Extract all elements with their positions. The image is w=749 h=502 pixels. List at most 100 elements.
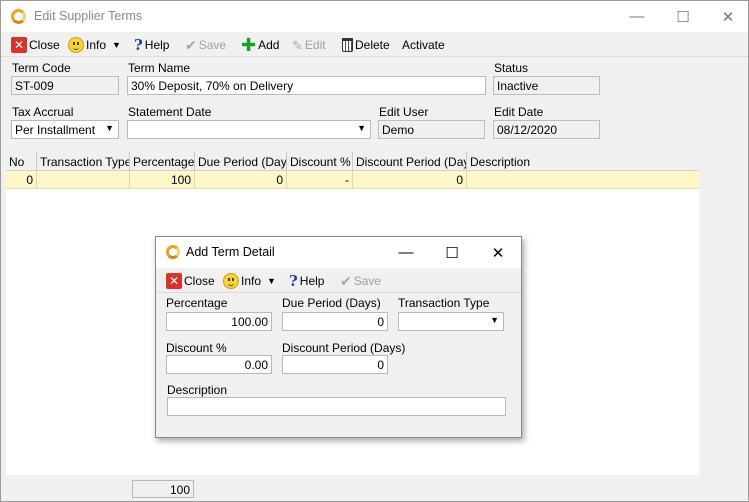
save-check-icon: ✔ — [340, 273, 352, 289]
edit-user-label: Edit User — [379, 105, 429, 119]
cell-discount-period[interactable]: 0 — [353, 171, 467, 189]
cell-no[interactable]: 0 — [6, 171, 37, 189]
chevron-down-icon[interactable]: ▼ — [267, 276, 276, 286]
save-button[interactable]: ✔ Save — [185, 36, 226, 54]
help-button[interactable]: ? Help — [134, 36, 169, 54]
dialog-save-label: Save — [353, 274, 382, 288]
title-bar: Edit Supplier Terms — ☐ ✕ — [1, 1, 748, 32]
statement-date-select[interactable]: ▼ — [127, 120, 371, 139]
discount-label: Discount % — [166, 341, 227, 355]
column-header-description[interactable]: Description — [467, 152, 699, 171]
edit-date-label: Edit Date — [494, 105, 544, 119]
help-question-icon: ? — [134, 35, 143, 54]
delete-button[interactable]: Delete — [342, 36, 390, 54]
info-smiley-icon — [68, 37, 84, 53]
status-field[interactable]: Inactive — [493, 76, 600, 95]
column-header-percentage[interactable]: Percentage — [130, 152, 195, 171]
window-title: Edit Supplier Terms — [34, 9, 143, 23]
tax-accrual-select[interactable]: Per Installment ▼ — [11, 120, 119, 139]
grid-footer: 100 — [6, 477, 748, 499]
main-toolbar: ✕ Close Info ▼ ? Help ✔ Save ✚ Add ✎ Edi… — [1, 33, 748, 57]
app-logo-icon — [11, 9, 26, 24]
grid-right-gutter — [699, 152, 748, 475]
info-smiley-icon — [223, 273, 239, 289]
save-button-label: Save — [198, 38, 227, 52]
delete-trash-icon — [342, 38, 353, 52]
dialog-info-button[interactable]: Info ▼ — [223, 272, 276, 290]
edit-supplier-terms-window: Edit Supplier Terms — ☐ ✕ ✕ Close Info ▼… — [0, 0, 749, 502]
table-row[interactable]: 0 100 0 - 0 — [6, 171, 699, 189]
term-name-label: Term Name — [128, 61, 191, 75]
help-button-label: Help — [144, 38, 170, 52]
dialog-save-button[interactable]: ✔ Save — [340, 272, 381, 290]
due-period-label: Due Period (Days) — [282, 296, 381, 310]
percentage-total: 100 — [132, 480, 194, 498]
cell-discount[interactable]: - — [287, 171, 353, 189]
column-header-discount[interactable]: Discount % — [287, 152, 353, 171]
dialog-close-label: Close — [184, 274, 215, 288]
app-logo-icon — [166, 245, 180, 259]
percentage-label: Percentage — [166, 296, 228, 310]
discount-input[interactable]: 0.00 — [166, 355, 272, 374]
term-name-field[interactable]: 30% Deposit, 70% on Delivery — [127, 76, 486, 95]
term-code-field[interactable]: ST-009 — [11, 76, 119, 95]
dialog-close-button[interactable]: ✕ Close — [166, 272, 215, 290]
column-header-due-period[interactable]: Due Period (Days) — [195, 152, 287, 171]
cell-due-period[interactable]: 0 — [195, 171, 287, 189]
add-button-label: Add — [258, 38, 280, 52]
close-icon: ✕ — [166, 273, 182, 289]
transaction-type-select[interactable]: ▼ — [398, 312, 504, 331]
dialog-maximize-button[interactable]: ☐ — [429, 237, 475, 268]
status-label: Status — [494, 61, 529, 75]
grid-header: No Transaction Type Percentage Due Perio… — [6, 152, 699, 171]
term-code-label: Term Code — [12, 61, 71, 75]
transaction-type-label: Transaction Type — [398, 296, 490, 310]
discount-period-label: Discount Period (Days) — [282, 341, 406, 355]
add-button[interactable]: ✚ Add — [241, 36, 279, 54]
maximize-button[interactable]: ☐ — [660, 1, 706, 32]
edit-button-label: Edit — [304, 38, 326, 52]
chevron-down-icon[interactable]: ▼ — [357, 123, 366, 133]
activate-button[interactable]: Activate — [402, 36, 445, 54]
description-label: Description — [167, 383, 228, 397]
column-header-discount-period[interactable]: Discount Period (Days) — [353, 152, 467, 171]
dialog-minimize-button[interactable]: — — [383, 237, 429, 268]
chevron-down-icon[interactable]: ▼ — [105, 123, 114, 133]
delete-button-label: Delete — [355, 38, 390, 52]
minimize-button[interactable]: — — [614, 1, 660, 32]
save-check-icon: ✔ — [185, 37, 197, 53]
tax-accrual-value: Per Installment — [15, 123, 96, 137]
percentage-input[interactable]: 100.00 — [166, 312, 272, 331]
tax-accrual-label: Tax Accrual — [12, 105, 74, 119]
edit-button[interactable]: ✎ Edit — [292, 36, 326, 54]
close-window-button[interactable]: ✕ — [705, 1, 749, 32]
cell-description[interactable] — [467, 171, 699, 189]
description-input[interactable] — [167, 397, 506, 416]
activate-button-label: Activate — [402, 38, 445, 52]
cell-percentage[interactable]: 100 — [130, 171, 195, 189]
due-period-input[interactable]: 0 — [282, 312, 388, 331]
dialog-close-window-button[interactable]: ✕ — [475, 237, 521, 268]
close-button[interactable]: ✕ Close — [11, 36, 60, 54]
close-icon: ✕ — [11, 37, 27, 53]
close-button-label: Close — [29, 38, 60, 52]
dialog-title-bar: Add Term Detail — ☐ ✕ — [156, 237, 521, 268]
edit-user-field[interactable]: Demo — [378, 120, 485, 139]
add-plus-icon: ✚ — [241, 35, 257, 55]
help-question-icon: ? — [289, 271, 298, 290]
chevron-down-icon[interactable]: ▼ — [112, 40, 121, 50]
dialog-help-button[interactable]: ? Help — [289, 272, 324, 290]
dialog-help-label: Help — [299, 274, 325, 288]
chevron-down-icon[interactable]: ▼ — [490, 315, 499, 325]
statement-date-label: Statement Date — [128, 105, 212, 119]
column-header-no[interactable]: No — [6, 152, 37, 171]
info-button-label: Info — [86, 38, 107, 52]
cell-transaction-type[interactable] — [37, 171, 130, 189]
edit-date-field[interactable]: 08/12/2020 — [493, 120, 600, 139]
dialog-info-label: Info — [241, 274, 262, 288]
add-term-detail-dialog: Add Term Detail — ☐ ✕ ✕ Close Info ▼ ? H… — [155, 236, 522, 438]
info-button[interactable]: Info ▼ — [68, 36, 121, 54]
discount-period-input[interactable]: 0 — [282, 355, 388, 374]
column-header-transaction-type[interactable]: Transaction Type — [37, 152, 130, 171]
dialog-title: Add Term Detail — [186, 245, 275, 259]
